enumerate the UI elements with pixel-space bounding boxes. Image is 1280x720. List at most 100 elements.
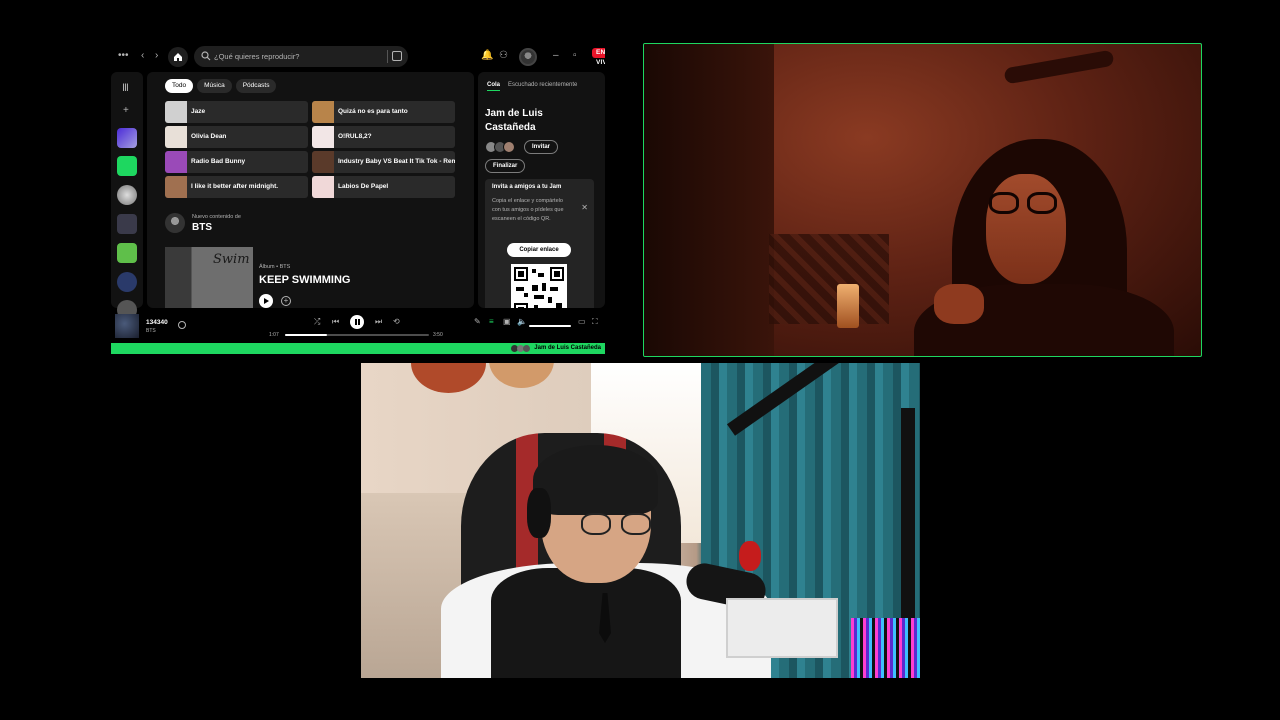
- quick-pick-tile[interactable]: Labios De Papel: [312, 176, 455, 198]
- invite-button[interactable]: Invitar: [524, 140, 559, 154]
- pause-button[interactable]: [350, 315, 364, 329]
- rgb-keyboard: [851, 618, 920, 678]
- saved-episodes-item[interactable]: [117, 156, 137, 176]
- top-bar: ••• ‹ › 🔔 ⚇ – ▫ EN VIVO: [111, 42, 605, 70]
- maximize-window-icon[interactable]: ▫: [573, 50, 577, 62]
- library-sidebar: Ⅲ +: [111, 72, 143, 320]
- album-meta: Álbum • BTS: [259, 264, 291, 270]
- notifications-bell-icon[interactable]: 🔔: [481, 50, 493, 62]
- lyrics-icon[interactable]: ✎: [474, 317, 481, 327]
- chip-all[interactable]: Todo: [165, 79, 194, 93]
- quick-pick-tile[interactable]: Industry Baby VS Beat It Tik Tok - Remix: [312, 151, 455, 173]
- add-to-library-icon[interactable]: [178, 321, 186, 329]
- tile-thumbnail: [312, 101, 334, 123]
- tile-label: Industry Baby VS Beat It Tik Tok - Remix: [338, 158, 455, 165]
- fullscreen-icon[interactable]: ⛶: [592, 317, 598, 327]
- previous-track-icon[interactable]: ⏮: [332, 317, 339, 327]
- quick-pick-tile[interactable]: Jaze: [165, 101, 308, 123]
- person-hand: [934, 284, 984, 324]
- shuffle-icon[interactable]: ⤮: [314, 317, 320, 327]
- friend-activity-icon[interactable]: ⚇: [499, 50, 508, 62]
- chip-podcasts[interactable]: Pódcasts: [235, 79, 277, 93]
- user-avatar[interactable]: [519, 48, 537, 66]
- qr-code-image: [514, 267, 564, 308]
- person-vest: [491, 568, 681, 678]
- connect-device-icon[interactable]: ▣: [503, 317, 511, 327]
- jam-participants: [485, 140, 519, 154]
- guitar: [411, 363, 486, 393]
- tile-label: Olivia Dean: [191, 133, 227, 140]
- guitar: [489, 363, 554, 388]
- tile-label: Jaze: [191, 108, 206, 115]
- desk-device: [726, 598, 838, 658]
- more-options-icon[interactable]: •••: [118, 50, 129, 62]
- quick-pick-tile[interactable]: O!RUL8,2?: [312, 126, 455, 148]
- home-button[interactable]: [168, 47, 188, 67]
- total-duration: 3:50: [433, 332, 443, 338]
- volume-icon[interactable]: 🔈: [517, 317, 527, 327]
- artist-avatar[interactable]: [165, 213, 185, 233]
- jam-bar-label: Jam de Luis Castañeda: [534, 345, 601, 351]
- person-face: [986, 174, 1066, 284]
- artist-item[interactable]: [117, 185, 137, 205]
- figurine: [739, 541, 761, 571]
- tab-recently-played[interactable]: Escuchado recientemente: [508, 82, 577, 91]
- search-divider: [387, 50, 388, 63]
- track-artist[interactable]: BTS: [146, 328, 156, 334]
- album-add-icon[interactable]: +: [281, 296, 291, 306]
- browse-icon[interactable]: [392, 51, 402, 61]
- progress-fill: [285, 334, 327, 336]
- finish-button[interactable]: Finalizar: [485, 159, 526, 173]
- webcam-feed-guest: [643, 43, 1202, 357]
- invite-card-title: Invita a amigos a tu Jam: [492, 184, 562, 190]
- jam-status-bar[interactable]: Jam de Luis Castañeda: [111, 343, 605, 354]
- home-main-view: Todo Música Pódcasts Jaze Quizá no es pa…: [147, 72, 474, 308]
- tile-label: Quizá no es para tanto: [338, 108, 408, 115]
- artist-item-2[interactable]: [117, 272, 137, 292]
- album-title[interactable]: KEEP SWIMMING: [259, 274, 350, 286]
- chip-music[interactable]: Música: [197, 79, 232, 93]
- back-arrow-icon[interactable]: ‹: [141, 50, 144, 62]
- track-cover[interactable]: [115, 314, 139, 338]
- tile-thumbnail: [312, 126, 334, 148]
- panel-tabs: Cola Escuchado recientemente: [487, 82, 577, 91]
- quick-pick-tile[interactable]: Olivia Dean: [165, 126, 308, 148]
- library-icon[interactable]: Ⅲ: [122, 83, 129, 95]
- tile-label: O!RUL8,2?: [338, 133, 372, 140]
- minimize-window-icon[interactable]: –: [553, 50, 559, 62]
- progress-bar[interactable]: [285, 334, 429, 336]
- filter-chips: Todo Música Pódcasts: [165, 79, 277, 93]
- ceiling-fan: [1003, 49, 1115, 85]
- queue-icon[interactable]: ≡: [489, 317, 494, 327]
- close-icon[interactable]: ✕: [581, 203, 588, 212]
- track-title[interactable]: 134340: [146, 319, 168, 326]
- tab-queue[interactable]: Cola: [487, 82, 501, 91]
- new-content-subtitle: Nuevo contenido de: [192, 214, 241, 220]
- search-bar[interactable]: [194, 46, 408, 67]
- quick-pick-tile[interactable]: Quizá no es para tanto: [312, 101, 455, 123]
- photo-wall: [769, 234, 889, 324]
- new-content-artist[interactable]: BTS: [192, 222, 212, 233]
- jam-title: Jam de Luis Castañeda: [485, 108, 543, 133]
- volume-slider[interactable]: [529, 325, 571, 327]
- copy-link-button[interactable]: Copiar enlace: [507, 243, 571, 257]
- liked-songs-item[interactable]: [117, 128, 137, 148]
- repeat-icon[interactable]: ⟲: [393, 317, 400, 327]
- glasses: [989, 192, 1059, 214]
- album-play-button[interactable]: [259, 294, 273, 308]
- album-cover-text: Swim: [213, 252, 250, 267]
- mini-player-icon[interactable]: ▭: [578, 317, 586, 327]
- playlist-item[interactable]: [117, 214, 137, 234]
- tile-label: Labios De Papel: [338, 183, 389, 190]
- quick-pick-tile[interactable]: Radio Bad Bunny: [165, 151, 308, 173]
- search-input[interactable]: [214, 49, 374, 64]
- album-cover[interactable]: Swim: [165, 247, 253, 308]
- next-track-icon[interactable]: ⏭: [375, 317, 382, 327]
- create-plus-icon[interactable]: +: [123, 105, 129, 117]
- tile-thumbnail: [165, 176, 187, 198]
- jam-bar-avatars: [511, 345, 531, 352]
- forward-arrow-icon[interactable]: ›: [155, 50, 158, 62]
- album-item[interactable]: [117, 243, 137, 263]
- participant-avatar: [503, 141, 515, 153]
- quick-pick-tile[interactable]: I like it better after midnight.: [165, 176, 308, 198]
